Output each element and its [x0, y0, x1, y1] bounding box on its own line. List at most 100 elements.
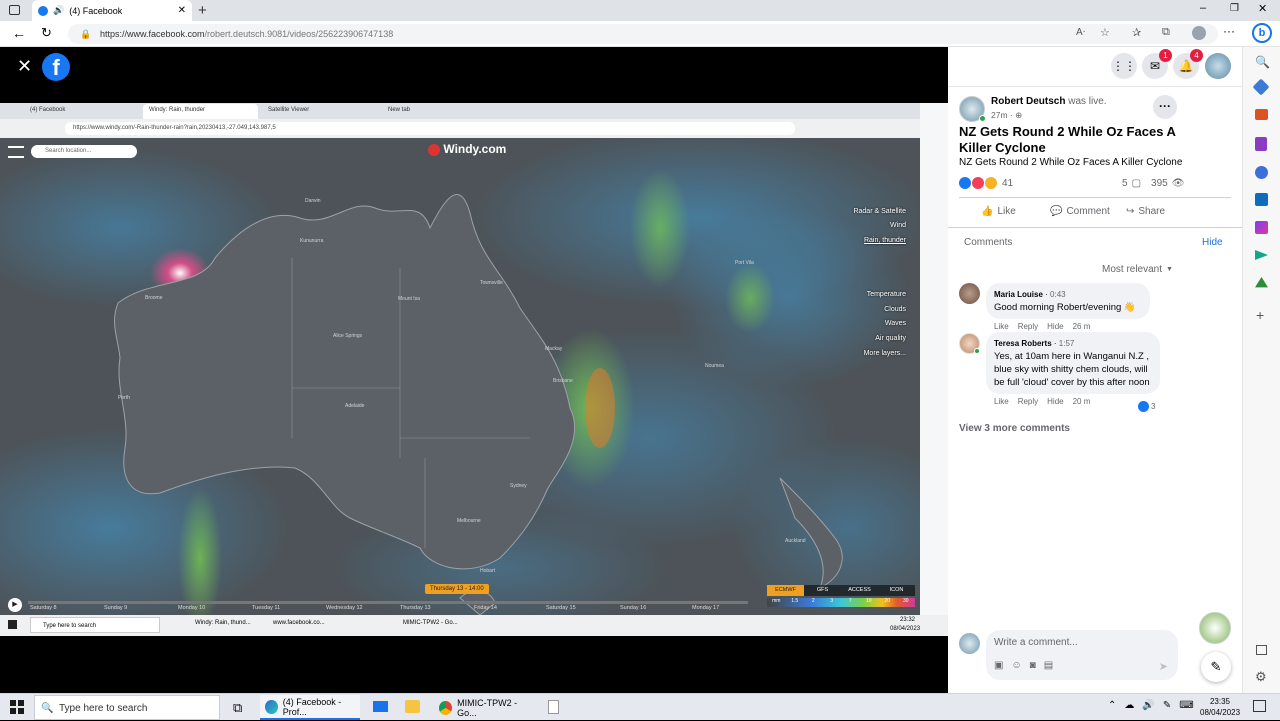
commenter-name[interactable]: Teresa Roberts	[994, 339, 1052, 348]
video-player[interactable]: ✕ f (4) Facebook Windy: Rain, thunder Sa…	[0, 47, 948, 693]
taskbar-item-facebook[interactable]: (4) Facebook - Prof...	[260, 695, 360, 720]
timeline-day[interactable]: Saturday 8	[30, 605, 57, 611]
comment-like-count[interactable]: 3	[1138, 401, 1155, 412]
facebook-logo-icon[interactable]: f	[42, 53, 70, 81]
comment-reply[interactable]: Reply	[1018, 397, 1038, 406]
timeline-day[interactable]: Friday 14	[474, 605, 497, 611]
tools-icon[interactable]	[1255, 109, 1268, 120]
taskbar-search-box[interactable]: 🔍 Type here to search	[34, 695, 220, 720]
refresh-icon[interactable]: ↻	[41, 25, 52, 41]
pen-icon[interactable]: ✎	[1163, 700, 1171, 711]
post-options-button[interactable]: ···	[1153, 95, 1177, 119]
timeline-bar[interactable]	[28, 601, 748, 604]
speaker-icon[interactable]: 🔊	[53, 5, 64, 16]
layer-rain[interactable]: Rain, thunder	[864, 237, 906, 244]
timeline-day[interactable]: Monday 10	[178, 605, 205, 611]
windows-start-icon[interactable]	[10, 700, 24, 714]
microsoft365-icon[interactable]	[1255, 166, 1268, 179]
comment-like[interactable]: Like	[994, 397, 1009, 406]
write-comment-box[interactable]: Write a comment... ▣ ☺ ◙ ▤ ➤	[986, 630, 1178, 680]
mail-icon[interactable]	[373, 701, 388, 712]
layer-waves[interactable]: Waves	[885, 320, 906, 327]
hamburger-menu-icon[interactable]	[8, 146, 24, 158]
chevron-up-icon[interactable]: ⌃	[1108, 700, 1116, 711]
timeline-day[interactable]: Saturday 15	[546, 605, 576, 611]
read-aloud-icon[interactable]: Aᐧ	[1076, 27, 1085, 38]
layer-temperature[interactable]: Temperature	[867, 291, 906, 298]
url-field[interactable]: 🔒 https://www.facebook.com/robert.deutsc…	[68, 24, 1218, 44]
like-button[interactable]: 👍 Like	[981, 206, 1016, 217]
tree-icon[interactable]	[1255, 277, 1268, 288]
browser-tab-facebook[interactable]: 🔊 (4) Facebook ✕	[32, 0, 192, 21]
timeline-day[interactable]: Thursday 13	[400, 605, 431, 611]
minimize-button[interactable]: –	[1200, 2, 1206, 14]
collections-icon[interactable]: ⧉	[1162, 26, 1170, 39]
send-icon[interactable]	[1255, 250, 1268, 260]
hide-comments-link[interactable]: Hide	[1202, 237, 1223, 248]
speaker-icon[interactable]: 🔊	[1142, 700, 1154, 711]
send-icon[interactable]: ➤	[1159, 660, 1168, 673]
friend-avatar[interactable]	[1199, 612, 1231, 644]
timeline-day[interactable]: Sunday 9	[104, 605, 127, 611]
notification-center-icon[interactable]	[1253, 700, 1266, 712]
map-search-input[interactable]: Search location...	[31, 145, 137, 158]
close-video-icon[interactable]: ✕	[17, 56, 32, 77]
post-time-text[interactable]: 27m ·	[991, 110, 1013, 120]
profile-avatar[interactable]	[1192, 26, 1206, 40]
comment-hide[interactable]: Hide	[1047, 397, 1063, 406]
commenter-name[interactable]: Maria Louise	[994, 290, 1043, 299]
timeline-day[interactable]: Monday 17	[692, 605, 719, 611]
favorites-icon[interactable]: ✰	[1132, 26, 1141, 39]
timeline-day[interactable]: Tuesday 11	[252, 605, 280, 611]
bing-chat-icon[interactable]: b	[1252, 23, 1272, 43]
taskbar-item-chrome[interactable]: MIMIC-TPW2 - Go...	[434, 695, 534, 720]
emoji-icon[interactable]: ☺	[1011, 660, 1021, 671]
back-arrow-icon[interactable]: ←	[12, 25, 26, 41]
layer-more[interactable]: More layers...	[864, 350, 906, 357]
comment-button[interactable]: 💬 Comment	[1050, 206, 1110, 217]
comment-hide[interactable]: Hide	[1047, 322, 1063, 331]
search-icon[interactable]: 🔍	[1255, 55, 1270, 69]
timeline-day[interactable]: Wednesday 12	[326, 605, 363, 611]
share-button[interactable]: ↪ Share	[1126, 206, 1165, 217]
keyboard-icon[interactable]: ⌨	[1179, 700, 1193, 711]
comment-reply[interactable]: Reply	[1018, 322, 1038, 331]
document-icon[interactable]	[548, 700, 559, 714]
layer-air-quality[interactable]: Air quality	[875, 335, 906, 342]
sticker-icon[interactable]: ▣	[994, 660, 1003, 671]
outlook-icon[interactable]	[1255, 193, 1268, 206]
view-more-comments[interactable]: View 3 more comments	[959, 423, 1070, 434]
layer-radar[interactable]: Radar & Satellite	[853, 208, 906, 215]
designer-icon[interactable]	[1255, 221, 1268, 234]
comments-count[interactable]: 5	[1122, 178, 1128, 189]
split-screen-icon[interactable]	[1256, 645, 1267, 655]
model-gfs[interactable]: GFS	[804, 585, 841, 596]
comment-like[interactable]: Like	[994, 322, 1009, 331]
camera-icon[interactable]: ◙	[1030, 660, 1036, 671]
add-sidebar-item-icon[interactable]: +	[1256, 307, 1264, 323]
author-name[interactable]: Robert Deutsch	[991, 96, 1065, 107]
file-explorer-icon[interactable]	[405, 700, 420, 713]
model-icon[interactable]: ICON	[878, 585, 915, 596]
reactions-summary[interactable]: 41	[959, 177, 1013, 189]
more-menu-icon[interactable]: ···	[1223, 24, 1235, 38]
new-tab-button[interactable]: +	[198, 2, 207, 19]
account-avatar[interactable]	[1205, 53, 1231, 79]
close-window-button[interactable]: ✕	[1258, 2, 1267, 15]
model-ecmwf[interactable]: ECMWF	[767, 585, 804, 596]
sort-dropdown[interactable]: Most relevant ▼	[1102, 264, 1173, 276]
settings-gear-icon[interactable]: ⚙	[1255, 669, 1267, 685]
close-tab-icon[interactable]: ✕	[178, 5, 186, 16]
timeline-day[interactable]: Sunday 16	[620, 605, 646, 611]
task-view-icon[interactable]: ⧉	[233, 700, 242, 716]
model-access[interactable]: ACCESS	[841, 585, 878, 596]
network-icon[interactable]: ☁	[1124, 700, 1134, 711]
shopping-tag-icon[interactable]	[1252, 78, 1270, 96]
menu-grid-button[interactable]: ⋮⋮	[1111, 53, 1137, 79]
comment-timestamp[interactable]: 0:43	[1050, 290, 1066, 299]
commenter-avatar[interactable]	[959, 283, 980, 304]
maximize-button[interactable]: ❐	[1230, 3, 1239, 14]
gif-icon[interactable]: ▤	[1044, 660, 1053, 671]
taskbar-clock[interactable]: 23:35 08/04/2023	[1200, 696, 1240, 718]
new-message-button[interactable]: ✎	[1201, 652, 1231, 682]
